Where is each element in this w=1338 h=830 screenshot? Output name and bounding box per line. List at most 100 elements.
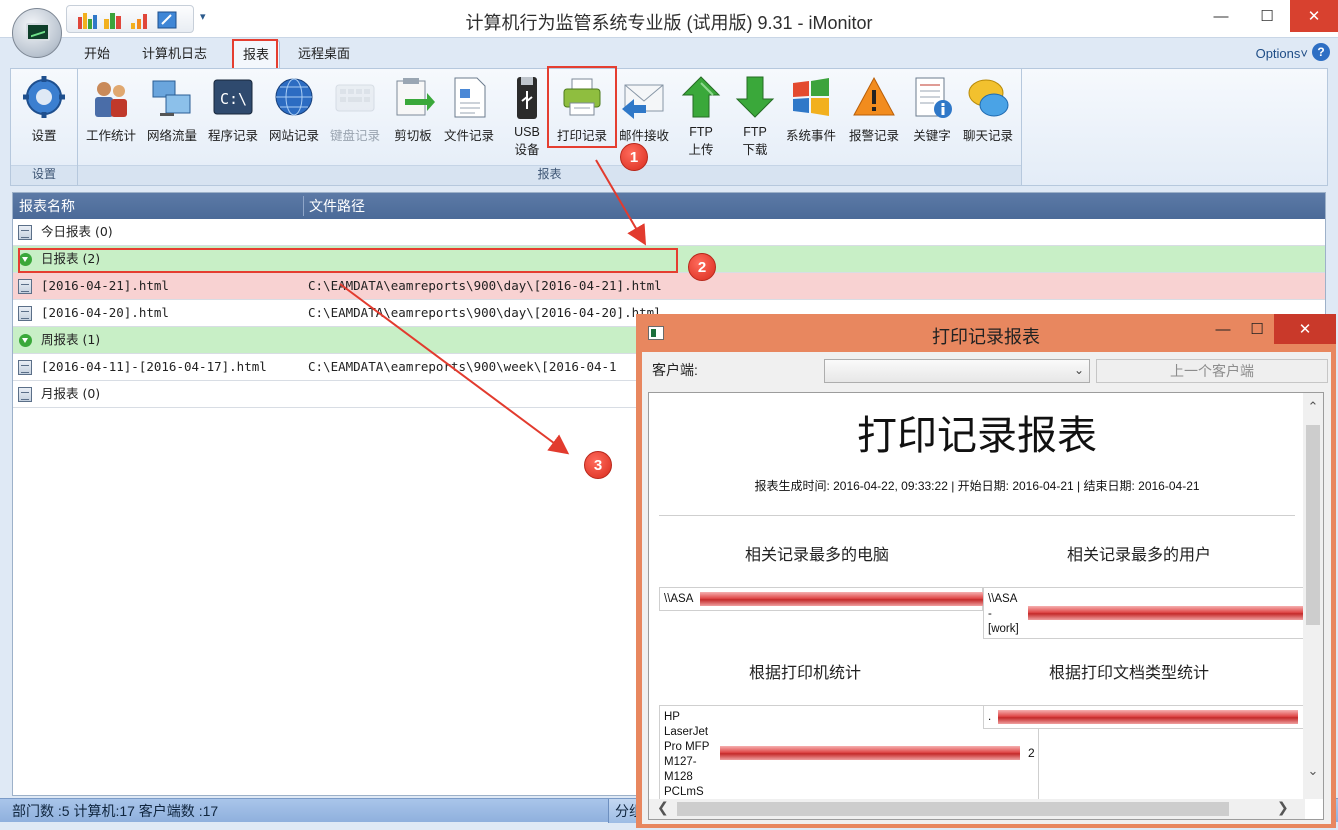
column-header-name[interactable]: 报表名称 xyxy=(19,193,75,219)
ribbon-button-label: FTP xyxy=(689,125,713,139)
chevron-down-icon: ⌄ xyxy=(1073,363,1084,377)
ribbon-button-label: 程序记录 xyxy=(207,129,258,143)
scroll-down-icon[interactable]: ⌄ xyxy=(1303,763,1323,779)
minimize-icon[interactable]: — xyxy=(1198,0,1244,32)
settings-button-label: 设置 xyxy=(31,129,57,143)
ribbon-button-windows[interactable]: 系统事件 xyxy=(781,75,841,144)
document-info-icon xyxy=(910,75,954,121)
help-icon[interactable]: ? xyxy=(1312,43,1330,61)
ribbon-button-file[interactable]: 文件记录 xyxy=(439,75,499,144)
group-separator xyxy=(1021,69,1022,185)
clipboard-icon xyxy=(391,75,435,121)
ribbon: 设置 报表 设置 工作统计 网络流量 C:\ 程序记录 网站记录 键盘记录 剪切板 文件记录 U… xyxy=(10,66,1328,186)
monitor-icon xyxy=(26,23,50,41)
horizontal-scrollbar[interactable]: ❮ ❯ xyxy=(649,799,1305,819)
callout-2: 2 xyxy=(688,253,716,281)
ribbon-button-label: 报警记录 xyxy=(848,129,899,143)
horizontal-scroll-thumb[interactable] xyxy=(677,802,1229,816)
row-name: 今日报表 (0) xyxy=(41,224,113,239)
row-name: 周报表 (1) xyxy=(41,332,101,347)
top-computer-bar xyxy=(700,592,984,606)
scroll-up-icon[interactable]: ⌃ xyxy=(1303,399,1323,415)
app-menu-button[interactable] xyxy=(12,8,62,58)
ribbon-button-keyboard[interactable]: 键盘记录 xyxy=(325,75,385,144)
table-row[interactable]: [2016-04-21].html C:\EAMDATA\eamreports\9… xyxy=(13,273,1325,300)
svg-text:C:\: C:\ xyxy=(220,90,247,108)
ribbon-button-label: 网络流量 xyxy=(146,129,197,143)
ribbon-button-network[interactable]: 网络流量 xyxy=(142,75,202,144)
ribbon-button-globe[interactable]: 网站记录 xyxy=(264,75,324,144)
close-icon[interactable]: ✕ xyxy=(1290,0,1338,32)
section-title-top-users: 相关记录最多的用户 xyxy=(1066,547,1211,564)
doc-type-label: . xyxy=(988,711,992,723)
previous-client-button[interactable]: 上一个客户端 xyxy=(1096,359,1328,383)
ribbon-button-chat[interactable]: 聊天记录 xyxy=(958,75,1018,144)
maximize-icon[interactable]: ☐ xyxy=(1244,0,1290,32)
group-separator xyxy=(77,69,78,185)
status-counts: 部门数 :5 计算机:17 客户端数 :17 xyxy=(12,803,219,819)
ribbon-button-label: 剪切板 xyxy=(394,129,432,143)
tab-computer-log[interactable]: 计算机日志 xyxy=(132,40,217,68)
report-viewer: 打印记录报表 报表生成时间: 2016-04-22, 09:33:22 | 开始… xyxy=(648,392,1324,820)
close-icon[interactable]: ✕ xyxy=(1274,314,1336,344)
scroll-left-icon[interactable]: ❮ xyxy=(657,799,669,816)
ribbon-button-label: 工作统计 xyxy=(85,129,136,143)
settings-button[interactable]: 设置 xyxy=(14,75,74,144)
column-divider[interactable] xyxy=(303,196,304,216)
scroll-right-icon[interactable]: ❯ xyxy=(1277,799,1289,816)
row-name: 月报表 (0) xyxy=(41,386,101,401)
ribbon-button-mail[interactable]: 邮件接收 xyxy=(614,75,674,144)
section-title-top-computers: 相关记录最多的电脑 xyxy=(744,547,889,564)
maximize-icon[interactable]: ☐ xyxy=(1240,314,1274,344)
minimize-icon[interactable]: — xyxy=(1206,314,1240,344)
options-menu[interactable]: Options˅ xyxy=(1256,46,1308,61)
ribbon-button-clipboard[interactable]: 剪切板 xyxy=(383,75,443,144)
usb-icon xyxy=(505,75,549,121)
ribbon-button-console[interactable]: C:\ 程序记录 xyxy=(203,75,263,144)
table-row[interactable]: 今日报表 (0) xyxy=(13,219,1325,246)
group-label-reports: 报表 xyxy=(537,167,562,181)
ribbon-button-upload[interactable]: FTP 上传 xyxy=(671,75,731,158)
file-icon xyxy=(447,75,491,121)
top-computer-cell: \\ASA xyxy=(659,587,984,611)
report-window-controls: — ☐ ✕ xyxy=(1206,314,1336,344)
print-report-window: 打印记录报表 — ☐ ✕ 客户端: ⌄ 上一个客户端 打印记录报表 报表生成时间… xyxy=(636,314,1336,828)
options-label: Options xyxy=(1255,46,1301,61)
group-highlight-box xyxy=(18,248,678,273)
client-label: 客户端: xyxy=(652,362,698,378)
ribbon-tabs: 开始 计算机日志 报表 远程桌面 Options˅ ? xyxy=(0,38,1338,70)
globe-icon xyxy=(272,75,316,121)
report-heading: 打印记录报表 xyxy=(857,413,1097,459)
row-path: C:\EAMDATA\eamreports\900\day\[2016-04-2… xyxy=(308,305,662,320)
doc-type-bar xyxy=(998,710,1298,724)
keyboard-icon xyxy=(333,75,377,121)
ribbon-button-document-info[interactable]: 关键字 xyxy=(902,75,962,144)
users-icon xyxy=(89,75,133,121)
window-controls: — ☐ ✕ xyxy=(1198,0,1338,32)
ribbon-button-label: 文件记录 xyxy=(443,129,494,143)
ribbon-button-warning[interactable]: 报警记录 xyxy=(844,75,904,144)
tab-remote-desktop[interactable]: 远程桌面 xyxy=(288,40,360,68)
column-header-path[interactable]: 文件路径 xyxy=(309,193,365,219)
top-user-cell: \\ASA - [work] xyxy=(983,587,1306,639)
printer-count-value: 2 xyxy=(1028,746,1035,760)
expand-group-icon[interactable] xyxy=(19,334,32,347)
ribbon-button-download[interactable]: FTP 下载 xyxy=(725,75,785,158)
report-window-body: 客户端: ⌄ 上一个客户端 打印记录报表 报表生成时间: 2016-04-22,… xyxy=(642,352,1331,824)
ribbon-button-label: 网站记录 xyxy=(268,129,319,143)
vertical-scroll-thumb[interactable] xyxy=(1306,425,1320,625)
window-title: 计算机行为监管系统专业版 (试用版) 9.31 - iMonitor xyxy=(465,13,873,33)
ribbon-button-users[interactable]: 工作统计 xyxy=(81,75,141,144)
client-select[interactable]: ⌄ xyxy=(824,359,1090,383)
chat-icon xyxy=(966,75,1010,121)
top-user-label: \\ASA - [work] xyxy=(988,593,1019,635)
download-icon xyxy=(733,75,777,121)
mail-icon xyxy=(622,75,666,121)
callout-3: 3 xyxy=(584,451,612,479)
row-name: [2016-04-11]-[2016-04-17].html xyxy=(41,359,267,374)
report-file-icon xyxy=(18,360,32,375)
vertical-scrollbar[interactable]: ⌃ ⌄ xyxy=(1303,393,1323,799)
main-titlebar: ▾ 计算机行为监管系统专业版 (试用版) 9.31 - iMonitor — ☐… xyxy=(0,0,1338,38)
top-computer-label: \\ASA xyxy=(664,593,694,605)
tab-start[interactable]: 开始 xyxy=(74,40,120,68)
